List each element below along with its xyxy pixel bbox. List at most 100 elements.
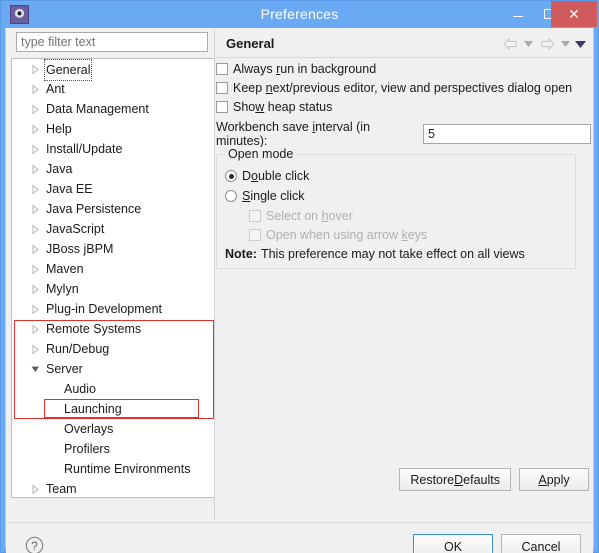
tree-item-profilers[interactable]: Profilers [12, 439, 214, 459]
general-page-content: Always run in background Keep next/previo… [216, 59, 591, 489]
open-mode-note: Note: This preference may not take effec… [225, 247, 575, 261]
tree-item-label: Maven [46, 262, 84, 276]
forward-chevron-down-icon[interactable] [559, 34, 572, 54]
tree-item-overlays[interactable]: Overlays [12, 419, 214, 439]
checkbox-select-on-hover[interactable]: Select on hover [249, 206, 575, 225]
chevron-right-icon[interactable] [28, 99, 42, 119]
tree-item-remote-systems[interactable]: Remote Systems [12, 319, 214, 339]
tree-item-runtime-environments[interactable]: Runtime Environments [12, 459, 214, 479]
tree-item-help[interactable]: Help [12, 119, 214, 139]
tree-item-spacer [46, 379, 60, 399]
checkbox-indicator [216, 100, 228, 113]
checkbox-list: Always run in background Keep next/previo… [216, 59, 591, 116]
minimize-button[interactable] [504, 1, 532, 27]
tree-item-label: Launching [64, 402, 122, 416]
tree-item-server[interactable]: Server [12, 359, 214, 379]
page-header: General [216, 30, 591, 58]
view-menu-chevron-down-icon[interactable] [574, 34, 587, 54]
chevron-right-icon[interactable] [28, 319, 42, 339]
checkbox-open-arrow-keys-indicator [249, 228, 261, 241]
navigation-toolbar [500, 30, 587, 58]
dialog-buttons: OK Cancel [413, 534, 581, 553]
chevron-right-icon[interactable] [28, 219, 42, 239]
tree-item-mylyn[interactable]: Mylyn [12, 279, 214, 299]
chevron-right-icon[interactable] [28, 179, 42, 199]
dialog-footer: ? OK Cancel [6, 522, 593, 553]
chevron-right-icon[interactable] [28, 199, 42, 219]
tree-item-label: Install/Update [46, 142, 123, 156]
tree-item-jboss-jbpm[interactable]: JBoss jBPM [12, 239, 214, 259]
checkbox-label: Keep next/previous editor, view and pers… [233, 80, 573, 95]
chevron-right-icon[interactable] [28, 139, 42, 159]
workbench-save-interval-row: Workbench save interval (in minutes): [216, 120, 591, 148]
tree-item-label: Java EE [46, 182, 93, 196]
chevron-right-icon[interactable] [28, 479, 42, 497]
tree-item-launching[interactable]: Launching [12, 399, 214, 419]
ok-button[interactable]: OK [413, 534, 493, 553]
radio-double-click[interactable]: Double click [225, 166, 575, 186]
tree-item-label: Plug-in Development [46, 302, 163, 316]
chevron-right-icon[interactable] [28, 259, 42, 279]
svg-text:?: ? [31, 539, 38, 553]
dialog-body: GeneralAntData ManagementHelpInstall/Upd… [5, 28, 594, 553]
checkbox-open-arrow-keys[interactable]: Open when using arrow keys [249, 225, 575, 244]
tree-item-audio[interactable]: Audio [12, 379, 214, 399]
chevron-right-icon[interactable] [28, 299, 42, 319]
tree-item-general[interactable]: General [12, 59, 214, 81]
tree-item-team[interactable]: Team [12, 479, 214, 497]
note-label: Note: [225, 247, 257, 261]
close-button[interactable]: ✕ [551, 1, 597, 27]
tree-item-maven[interactable]: Maven [12, 259, 214, 279]
chevron-right-icon[interactable] [28, 79, 42, 99]
tree-item-label: JavaScript [46, 222, 105, 236]
tree-item-spacer [46, 439, 60, 459]
checkbox-show-heap-status[interactable]: Show heap status [216, 97, 591, 116]
tree-item-spacer [46, 399, 60, 419]
checkbox-keep-next-previous-editor-view-and-perspectives-dialog-open[interactable]: Keep next/previous editor, view and pers… [216, 78, 591, 97]
radio-single-click[interactable]: Single click [225, 186, 575, 206]
chevron-right-icon[interactable] [28, 159, 42, 179]
back-arrow-icon[interactable] [500, 34, 520, 54]
filter-input[interactable] [16, 32, 208, 52]
chevron-right-icon[interactable] [28, 339, 42, 359]
cancel-button[interactable]: Cancel [501, 534, 581, 553]
chevron-right-icon[interactable] [28, 59, 42, 79]
tree-item-java-ee[interactable]: Java EE [12, 179, 214, 199]
radio-single-click-indicator [225, 190, 237, 202]
chevron-down-icon[interactable] [28, 359, 42, 379]
tree-item-java-persistence[interactable]: Java Persistence [12, 199, 214, 219]
tree-item-label: Ant [46, 82, 65, 96]
workbench-save-interval-label: Workbench save interval (in minutes): [216, 119, 371, 148]
tree-item-ant[interactable]: Ant [12, 79, 214, 99]
chevron-right-icon[interactable] [28, 119, 42, 139]
tree-item-label: Server [46, 362, 83, 376]
tree-item-label: Team [46, 482, 77, 496]
apply-button[interactable]: Apply [519, 468, 589, 491]
forward-arrow-icon[interactable] [537, 34, 557, 54]
tree-item-javascript[interactable]: JavaScript [12, 219, 214, 239]
help-question-icon[interactable]: ? [24, 535, 44, 553]
checkbox-open-arrow-keys-label: Open when using arrow keys [266, 227, 428, 242]
tree-item-label: Mylyn [46, 282, 79, 296]
tree-item-install-update[interactable]: Install/Update [12, 139, 214, 159]
checkbox-label: Always run in background [233, 61, 377, 76]
tree-item-java[interactable]: Java [12, 159, 214, 179]
tree-item-label: Runtime Environments [64, 462, 191, 476]
open-mode-legend: Open mode [225, 147, 297, 161]
back-chevron-down-icon[interactable] [522, 34, 535, 54]
workbench-save-interval-input[interactable] [423, 123, 591, 144]
tree-item-data-management[interactable]: Data Management [12, 99, 214, 119]
preferences-tree[interactable]: General Ant Data Management Help Install/Upd… [11, 58, 215, 498]
tree-item-plug-in-development[interactable]: Plug-in Development [12, 299, 214, 319]
tree-item-run-debug[interactable]: Run/Debug [12, 339, 214, 359]
chevron-right-icon[interactable] [28, 239, 42, 259]
preferences-dialog: Preferences ✕ GeneralAntData ManagementH… [0, 0, 599, 553]
checkbox-label: Show heap status [233, 99, 333, 114]
checkbox-indicator [216, 62, 228, 75]
checkbox-always-run-in-background[interactable]: Always run in background [216, 59, 591, 78]
title-bar: Preferences ✕ [1, 1, 598, 28]
tree-item-label: Audio [64, 382, 96, 396]
chevron-right-icon[interactable] [28, 279, 42, 299]
tree-item-label: Help [46, 122, 72, 136]
restore-defaults-button[interactable]: Restore Defaults [399, 468, 511, 491]
